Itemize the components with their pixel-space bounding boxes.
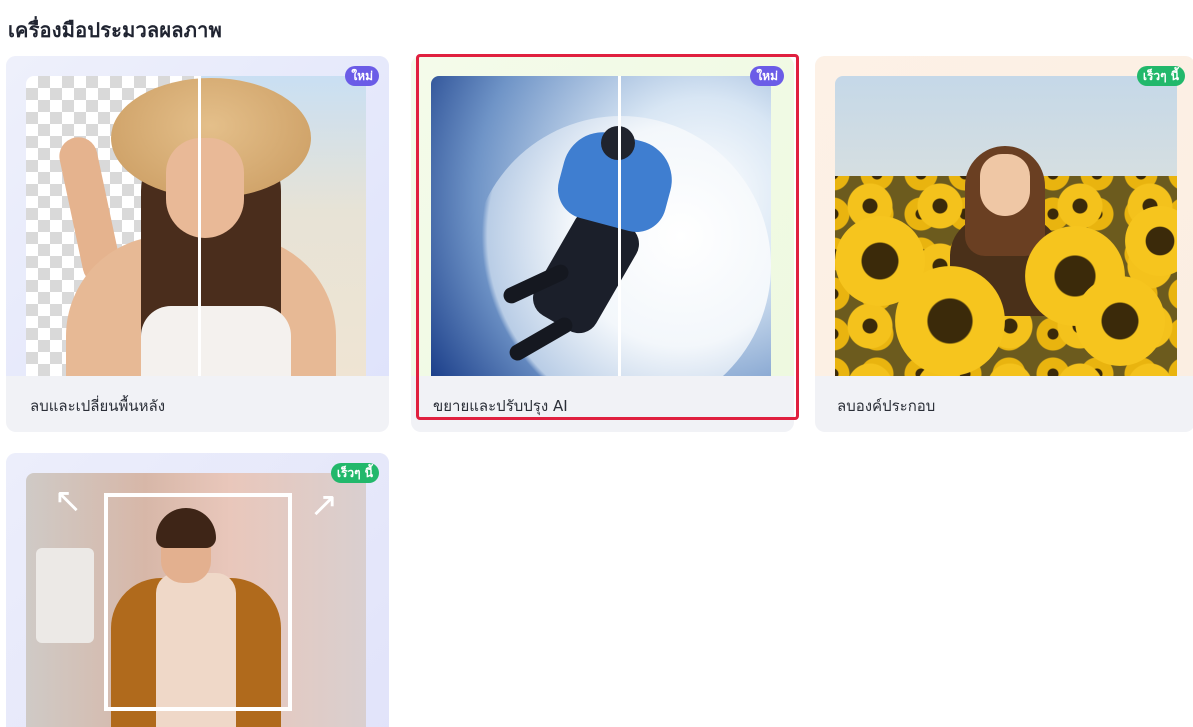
image-tools-page: เครื่องมือประมวลผลภาพ ใหม่ ลบและเปลี่ยนพ… [0,0,1193,727]
card-thumbnail-background [6,56,389,376]
before-after-divider [198,76,201,376]
crop-frame [104,493,292,711]
new-badge: ใหม่ [750,66,784,86]
woman-top [141,306,291,376]
card-thumbnail [835,76,1177,376]
sunflower [1075,276,1165,366]
girl-face [980,154,1030,216]
tool-card-expand-image[interactable]: ↖ ↗ เร็วๆ นี้ [6,453,389,727]
card-thumbnail-background [815,56,1193,376]
sunflower [895,266,1005,376]
tool-card-remove-background[interactable]: ใหม่ ลบและเปลี่ยนพื้นหลัง [6,56,389,432]
card-thumbnail-background: ↖ ↗ [6,453,389,727]
tool-card-remove-object[interactable]: เร็วๆ นี้ ลบองค์ประกอบ [815,56,1193,432]
coming-soon-badge: เร็วๆ นี้ [330,463,379,483]
card-label: ลบและเปลี่ยนพื้นหลัง [30,397,166,415]
tool-card-ai-upscale[interactable]: ใหม่ ขยายและปรับปรุง AI [411,56,794,432]
mailbox [36,548,94,643]
card-thumbnail-background [411,56,794,376]
card-label: ขยายและปรับปรุง AI [433,397,568,415]
new-badge: ใหม่ [345,66,379,86]
card-label: ลบองค์ประกอบ [837,397,936,415]
before-after-divider [618,76,621,376]
arrow-up-left-icon: ↖ [53,481,83,521]
woman-face [166,138,244,238]
coming-soon-badge: เร็วๆ นี้ [1136,66,1185,86]
card-thumbnail [431,76,771,376]
section-title: เครื่องมือประมวลผลภาพ [8,18,222,42]
card-thumbnail: ↖ ↗ [26,473,366,727]
arrow-up-right-icon: ↗ [309,485,339,525]
card-thumbnail [26,76,366,376]
